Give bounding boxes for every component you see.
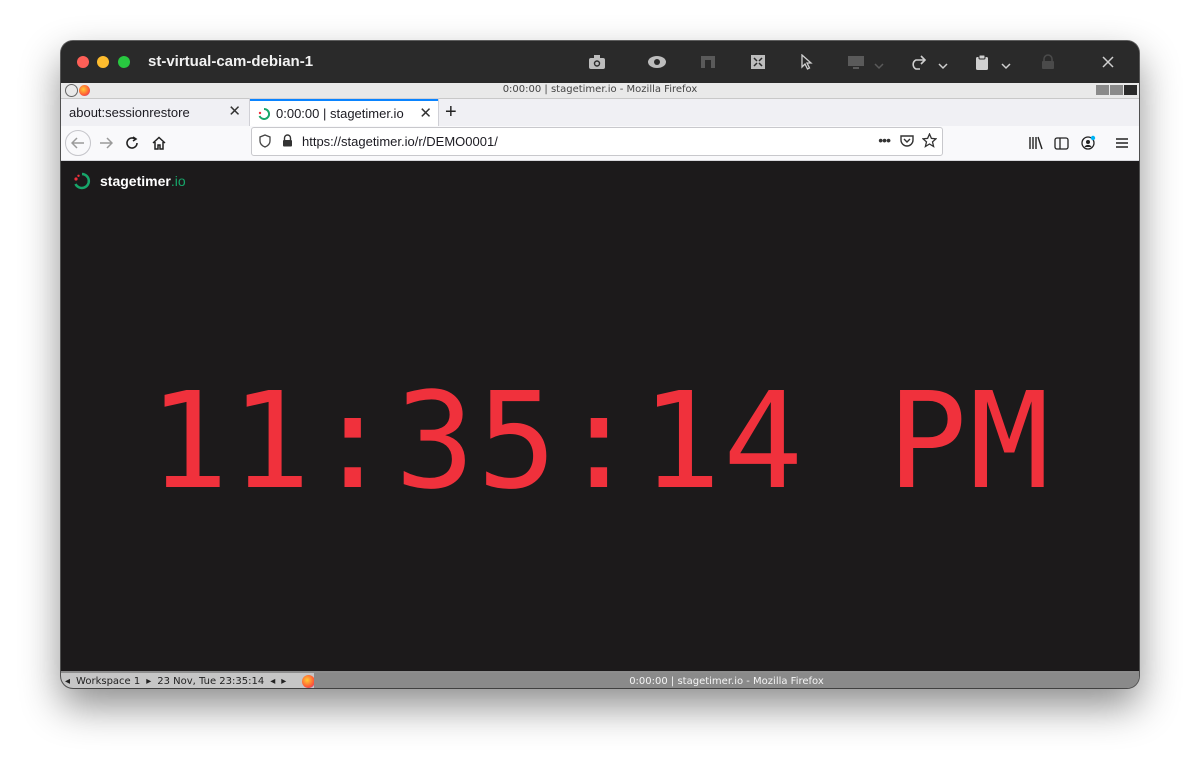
x11-statusbar: ◂ Workspace 1 ▸ 23 Nov, Tue 23:35:14 ◂ ▸ 0:00… [61, 671, 1139, 688]
arrow-right-icon: ▸ [281, 676, 287, 687]
minimize-window-button[interactable] [97, 56, 109, 68]
tab-label: 0:00:00 | stagetimer.io [276, 106, 404, 121]
forward-button[interactable] [94, 131, 118, 155]
arrow-left-icon: ◂ [270, 676, 276, 687]
reload-icon [126, 136, 138, 149]
arrow-right-icon: ▸ [146, 676, 152, 687]
sidebar-icon[interactable] [1049, 131, 1073, 155]
home-button[interactable] [147, 131, 171, 155]
tab-sessionrestore[interactable]: about:sessionrestore ✕ [61, 99, 247, 126]
display-icon[interactable] [847, 52, 865, 72]
arrow-left-icon: ◂ [65, 676, 71, 687]
dock-icon[interactable] [700, 52, 716, 72]
chevron-down-icon[interactable] [1001, 57, 1011, 75]
menu-icon[interactable] [1110, 131, 1134, 155]
stagetimer-logo[interactable]: stagetimer.io [73, 172, 186, 190]
clock-display: 11:35:14 PM [148, 365, 1052, 519]
tab-label: about:sessionrestore [69, 105, 190, 120]
url-bar[interactable]: https://stagetimer.io/r/DEMO0001/ ••• [251, 127, 943, 156]
new-tab-button[interactable]: + [445, 101, 457, 124]
pocket-icon[interactable] [900, 134, 914, 152]
arrow-left-icon [71, 137, 84, 149]
logo-text: stagetimer.io [100, 173, 186, 189]
url-text: https://stagetimer.io/r/DEMO0001/ [302, 134, 498, 149]
redo-icon[interactable] [909, 52, 929, 72]
lock-icon[interactable] [1041, 52, 1055, 72]
stagetimer-logo-icon [74, 172, 91, 190]
close-window-button[interactable] [77, 56, 89, 68]
workspace-switcher[interactable]: ◂ Workspace 1 ▸ 23 Nov, Tue 23:35:14 ◂ ▸ [65, 676, 292, 687]
arrow-right-icon [100, 137, 113, 149]
chevron-down-icon[interactable] [874, 57, 884, 75]
maximize-window-button[interactable] [118, 56, 130, 68]
account-icon[interactable] [1076, 131, 1100, 155]
tab-stagetimer[interactable]: 0:00:00 | stagetimer.io ✕ [250, 99, 438, 126]
close-icon[interactable] [1101, 52, 1115, 72]
page-content: stagetimer.io 11:35:14 PM [61, 161, 1139, 671]
camera-icon[interactable] [588, 52, 606, 72]
tab-strip: about:sessionrestore ✕ 0:00:00 | stageti… [61, 99, 1139, 126]
nav-bar: https://stagetimer.io/r/DEMO0001/ ••• [61, 126, 1139, 161]
workspace-label: Workspace 1 [76, 676, 141, 687]
window-title: st-virtual-cam-debian-1 [148, 53, 314, 70]
fit-icon[interactable] [750, 52, 766, 72]
taskbar-item[interactable]: 0:00:00 | stagetimer.io - Mozilla Firefo… [314, 673, 1139, 688]
eye-icon[interactable] [647, 52, 667, 72]
library-icon[interactable] [1024, 131, 1048, 155]
x11-window-title: 0:00:00 | stagetimer.io - Mozilla Firefo… [502, 84, 698, 95]
taskbar-item-title: 0:00:00 | stagetimer.io - Mozilla Firefo… [629, 676, 824, 687]
more-icon[interactable]: ••• [878, 132, 891, 148]
back-button[interactable] [65, 130, 91, 156]
stagetimer-favicon [258, 107, 270, 120]
vm-window: st-virtual-cam-debian-1 0:00:00 | staget… [61, 41, 1139, 688]
window-titlebar: st-virtual-cam-debian-1 [61, 41, 1139, 83]
lock-icon[interactable] [282, 134, 293, 152]
chevron-down-icon[interactable] [938, 57, 948, 75]
shield-icon[interactable] [259, 134, 271, 153]
x11-titlebar: 0:00:00 | stagetimer.io - Mozilla Firefo… [61, 83, 1139, 99]
x11-window-buttons[interactable] [1096, 85, 1137, 95]
reload-button[interactable] [120, 131, 144, 155]
pointer-icon[interactable] [801, 52, 813, 72]
close-icon[interactable]: ✕ [228, 104, 241, 119]
close-icon[interactable]: ✕ [419, 106, 432, 121]
clock-datetime: 23 Nov, Tue 23:35:14 [157, 676, 265, 687]
bookmark-star-icon[interactable] [921, 132, 938, 153]
home-icon [152, 136, 166, 150]
clipboard-icon[interactable] [975, 52, 989, 72]
